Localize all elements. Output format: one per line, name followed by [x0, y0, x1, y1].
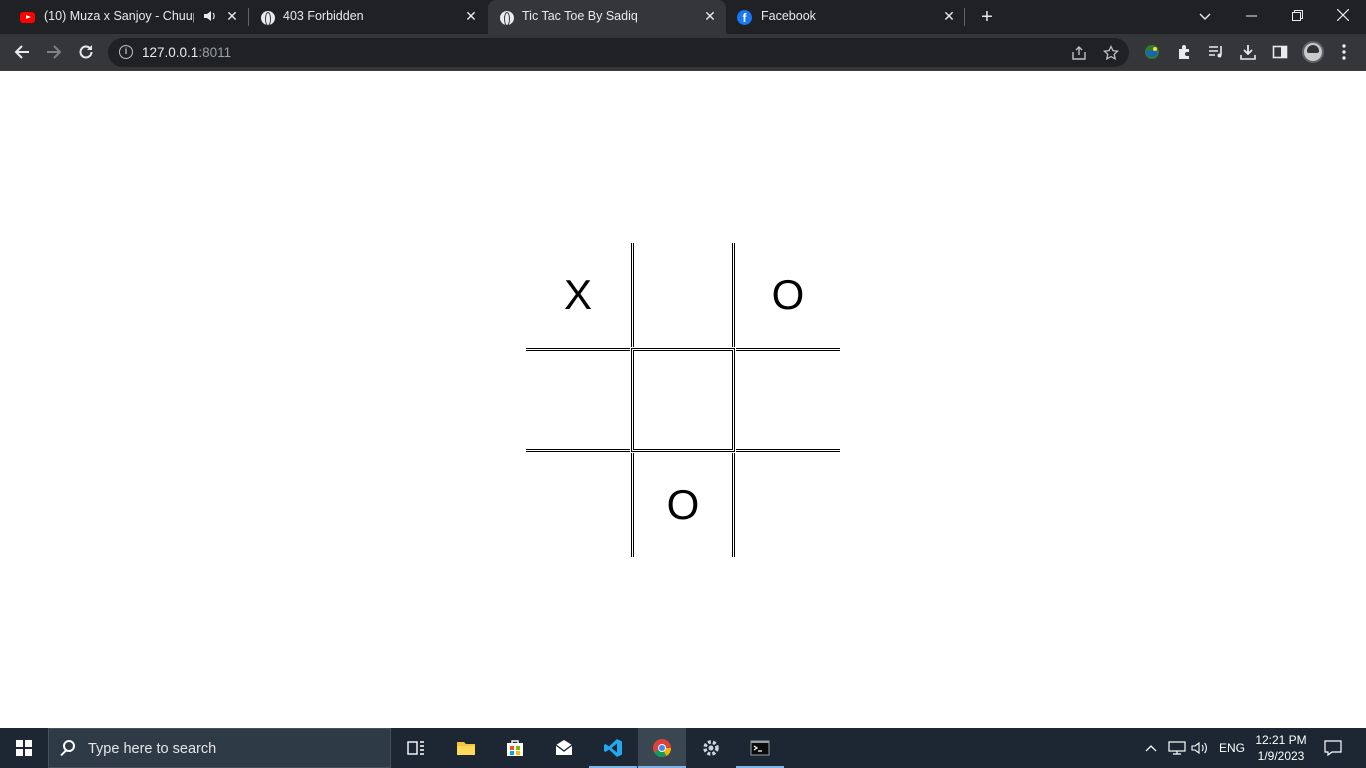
show-hidden-icons-icon[interactable] [1145, 728, 1159, 768]
terminal-button[interactable] [736, 728, 784, 768]
terminal-icon [750, 740, 770, 756]
tab-title: Tic Tac Toe By Sadiq [522, 9, 638, 23]
close-window-icon[interactable] [1331, 4, 1355, 28]
mail-button[interactable] [540, 728, 588, 768]
task-view-icon [407, 741, 424, 755]
share-icon[interactable] [1068, 42, 1090, 64]
task-view-button[interactable] [392, 728, 440, 768]
board-cell[interactable] [736, 453, 840, 557]
chrome-button[interactable] [638, 728, 686, 768]
search-icon [63, 740, 75, 752]
globe-icon [260, 10, 275, 26]
language-indicator[interactable]: ENG [1219, 741, 1245, 755]
forward-arrow-icon[interactable] [41, 40, 67, 64]
chrome-icon [653, 739, 672, 757]
minimize-icon[interactable] [1239, 4, 1263, 28]
browser-toolbar: i 127.0.0.1:8011 [0, 34, 1366, 71]
reload-icon[interactable] [73, 40, 99, 64]
close-tab-icon[interactable]: ✕ [224, 8, 240, 24]
globe-icon [499, 10, 514, 26]
bookmark-star-icon[interactable] [1100, 42, 1122, 64]
youtube-icon [20, 10, 35, 25]
search-placeholder: Type here to search [88, 741, 217, 757]
mail-icon [555, 740, 573, 755]
tab-title: (10) Muza x Sanjoy - Chuup ( [44, 9, 194, 23]
restore-icon[interactable] [1285, 4, 1309, 28]
windows-logo-icon [16, 740, 32, 756]
facebook-icon: f [737, 10, 752, 25]
extensions-puzzle-icon[interactable] [1172, 40, 1196, 64]
file-explorer-button[interactable] [442, 728, 490, 768]
new-tab-button[interactable]: + [977, 6, 997, 28]
board-cell[interactable]: X [526, 243, 630, 347]
speaker-icon[interactable] [203, 8, 217, 24]
tab-title: 403 Forbidden [283, 9, 364, 23]
site-info-icon[interactable]: i [119, 45, 133, 59]
store-button[interactable] [491, 728, 539, 768]
board-cell[interactable] [631, 348, 735, 452]
url-text[interactable]: 127.0.0.1:8011 [142, 45, 231, 60]
board-cell[interactable]: O [631, 453, 735, 557]
menu-kebab-icon[interactable] [1332, 40, 1356, 64]
tab-facebook[interactable]: f Facebook ✕ [726, 0, 964, 34]
tab-403-forbidden[interactable]: 403 Forbidden ✕ [248, 0, 488, 34]
network-icon[interactable] [1168, 728, 1186, 768]
vscode-icon [604, 739, 622, 757]
board-cell[interactable] [736, 348, 840, 452]
download-icon[interactable] [1236, 40, 1260, 64]
tab-search-icon[interactable] [1193, 4, 1217, 28]
system-clock[interactable]: 12:21 PM 1/9/2023 [1252, 732, 1310, 764]
tab-strip: (10) Muza x Sanjoy - Chuup ( ✕ 403 Forbi… [0, 0, 1366, 34]
store-bag-icon [507, 740, 523, 756]
clock-time: 12:21 PM [1255, 733, 1307, 747]
board-cell[interactable]: O [736, 243, 840, 347]
vscode-button[interactable] [589, 728, 637, 768]
notification-center-icon[interactable] [1324, 728, 1344, 768]
folder-icon [457, 742, 475, 755]
tab-youtube[interactable]: (10) Muza x Sanjoy - Chuup ( ✕ [0, 0, 248, 34]
settings-button[interactable] [687, 728, 735, 768]
tab-title: Facebook [761, 9, 816, 23]
gear-icon [703, 740, 719, 756]
close-tab-icon[interactable]: ✕ [941, 8, 957, 24]
side-panel-icon[interactable] [1268, 40, 1292, 64]
media-control-icon[interactable] [1204, 40, 1228, 64]
close-tab-icon[interactable]: ✕ [463, 8, 479, 24]
address-bar[interactable]: i 127.0.0.1:8011 [108, 38, 1129, 67]
page-content: X O O [0, 71, 1366, 728]
tic-tac-toe-board: X O O [526, 243, 840, 557]
profile-avatar[interactable] [1302, 41, 1324, 63]
start-button[interactable] [0, 728, 48, 768]
clock-date: 1/9/2023 [1257, 749, 1305, 763]
windows-taskbar: Type here to search ENG 12:21 PM 1/9/202… [0, 728, 1366, 768]
extension-globe-icon[interactable] [1140, 40, 1164, 64]
tab-tic-tac-toe[interactable]: Tic Tac Toe By Sadiq ✕ [488, 0, 726, 34]
volume-icon[interactable] [1191, 728, 1211, 768]
board-cell[interactable] [631, 243, 735, 347]
board-cell[interactable] [526, 348, 630, 452]
back-arrow-icon[interactable] [9, 40, 35, 64]
close-tab-icon[interactable]: ✕ [702, 8, 718, 24]
board-cell[interactable] [526, 453, 630, 557]
taskbar-search[interactable]: Type here to search [48, 728, 391, 768]
